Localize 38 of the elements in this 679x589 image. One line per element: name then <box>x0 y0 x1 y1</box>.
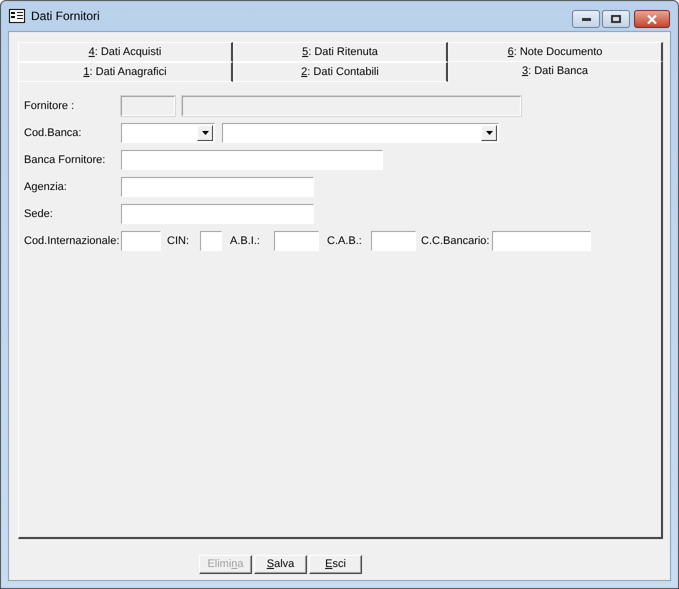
tab[interactable]: 3: Dati Banca <box>448 61 663 83</box>
field-label: Agenzia: <box>24 180 68 195</box>
field-label: Sede: <box>24 206 54 222</box>
input-field[interactable] <box>371 231 416 251</box>
field-label: Cod.Banca: <box>24 126 82 141</box>
close-icon <box>647 14 657 24</box>
dialog-button[interactable]: Esci <box>309 555 362 574</box>
maximize-button[interactable] <box>602 10 630 28</box>
field-label: A.B.I.: <box>230 234 261 249</box>
minimize-button[interactable] <box>572 10 600 28</box>
input-field[interactable] <box>121 204 314 224</box>
field-label: CIN: <box>167 234 190 249</box>
field-label: C.A.B.: <box>327 234 363 249</box>
restore-icon <box>611 15 621 23</box>
window-icon <box>9 9 25 23</box>
input-field[interactable] <box>121 150 383 170</box>
field-label: Cod.Internazionale: <box>24 234 120 249</box>
dialog-button[interactable]: Salva <box>254 555 307 574</box>
field-label: Fornitore : <box>24 98 76 114</box>
input-field[interactable] <box>200 231 222 251</box>
input-field[interactable] <box>492 231 591 251</box>
minimize-icon <box>582 18 590 20</box>
tab[interactable]: 6: Note Documento <box>448 42 663 62</box>
field-label: C.C.Bancario: <box>421 234 490 249</box>
field-label: Banca Fornitore: <box>24 152 106 168</box>
tab[interactable]: 4: Dati Acquisti <box>18 42 233 62</box>
dropdown-field[interactable] <box>121 123 215 143</box>
input-field[interactable] <box>121 177 314 197</box>
close-button[interactable] <box>634 10 670 28</box>
caret-icon <box>197 125 213 141</box>
input-field[interactable] <box>274 231 319 251</box>
tab[interactable]: 5: Dati Ritenuta <box>233 42 448 62</box>
window-title: Dati Fornitori <box>31 8 100 25</box>
tab[interactable]: 1: Dati Anagrafici <box>18 62 233 82</box>
dropdown-field[interactable] <box>222 123 499 143</box>
caret-icon <box>481 125 497 141</box>
tab[interactable]: 2: Dati Contabili <box>233 62 448 82</box>
input-field[interactable] <box>121 231 161 251</box>
